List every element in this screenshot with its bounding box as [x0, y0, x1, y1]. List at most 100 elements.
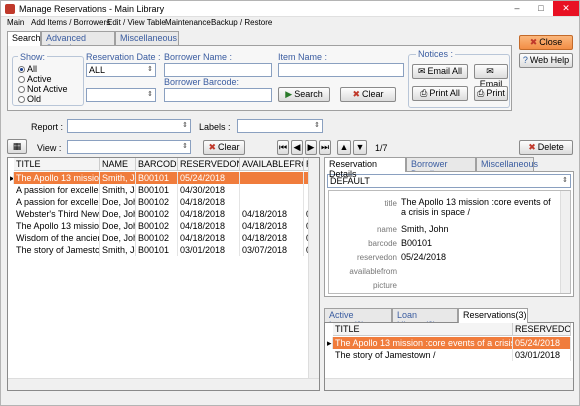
- calendar-button[interactable]: ▦: [7, 139, 27, 154]
- menu-main[interactable]: Main: [7, 18, 24, 27]
- report-dropdown[interactable]: ⇕: [67, 119, 191, 133]
- table-cell[interactable]: Doe, John: [100, 196, 136, 208]
- table-cell[interactable]: 04/18/2018: [178, 196, 240, 208]
- table-cell[interactable]: 04/18/2018: [240, 208, 304, 220]
- maximize-button[interactable]: □: [529, 1, 553, 16]
- date-range-dropdown[interactable]: ⇕: [86, 88, 156, 102]
- table-cell[interactable]: 04/18/2018: [240, 232, 304, 244]
- menu-maintenance[interactable]: Maintenance: [165, 18, 211, 27]
- table-header[interactable]: NAME: [100, 158, 136, 171]
- tab-active-loans[interactable]: Active Loans(0): [324, 308, 392, 330]
- print-all-button[interactable]: ⎙ Print All: [412, 86, 468, 101]
- print-button[interactable]: ⎙ Print: [474, 86, 508, 101]
- prev-page-icon: ◀: [293, 142, 301, 152]
- clear-view-button[interactable]: ✖ Clear: [203, 140, 245, 155]
- table-cell[interactable]: The Apollo 13 mission: [14, 172, 100, 184]
- prev-page-button[interactable]: ◀: [291, 140, 303, 155]
- sub-table-cell[interactable]: 05/24/2018: [513, 337, 571, 349]
- table-cell[interactable]: B00101: [136, 244, 178, 256]
- borrower-name-input[interactable]: [164, 63, 272, 77]
- move-up-button[interactable]: ▲: [337, 140, 351, 155]
- layout-dropdown[interactable]: DEFAULT ⇕: [327, 174, 571, 188]
- table-cell[interactable]: Smith, Jo: [100, 172, 136, 184]
- last-page-button[interactable]: ⏭: [319, 140, 331, 155]
- table-cell[interactable]: The Apollo 13 mission: [14, 220, 100, 232]
- window-close-button[interactable]: ✕: [553, 1, 579, 16]
- search-button[interactable]: ▶ Search: [278, 87, 330, 102]
- sub-table-header[interactable]: RESERVEDO: [513, 323, 571, 336]
- grid-vertical-scrollbar[interactable]: [308, 158, 319, 378]
- tab-loan-history[interactable]: Loan History(2): [392, 308, 458, 330]
- email-all-button[interactable]: ✉ Email All: [412, 64, 468, 79]
- table-cell[interactable]: 04/18/2018: [178, 220, 240, 232]
- minimize-button[interactable]: –: [505, 1, 529, 16]
- next-page-button[interactable]: ▶: [305, 140, 317, 155]
- menu-backup-restore[interactable]: Backup / Restore: [211, 18, 272, 27]
- table-cell[interactable]: [240, 184, 304, 196]
- table-cell[interactable]: A passion for excellen: [14, 184, 100, 196]
- table-cell[interactable]: [240, 172, 304, 184]
- table-cell[interactable]: [240, 196, 304, 208]
- tab-advanced-search[interactable]: Advanced Search: [41, 31, 115, 53]
- tab-borrower-details[interactable]: Borrower Details: [406, 157, 476, 179]
- clear-search-button[interactable]: ✖ Clear: [340, 87, 396, 102]
- tab-detail-miscellaneous[interactable]: Miscellaneous: [476, 157, 538, 171]
- table-header[interactable]: TITLE: [14, 158, 100, 171]
- tab-reservations[interactable]: Reservations(3): [458, 308, 528, 323]
- table-cell[interactable]: Doe, John: [100, 232, 136, 244]
- reservation-date-dropdown[interactable]: ALL ⇕: [86, 63, 156, 77]
- table-cell[interactable]: 03/01/2018: [178, 244, 240, 256]
- sub-grid-horizontal-scrollbar[interactable]: [325, 378, 573, 390]
- table-cell[interactable]: B00102: [136, 208, 178, 220]
- table-cell[interactable]: 04/30/2018: [178, 184, 240, 196]
- grid-horizontal-scrollbar[interactable]: [8, 378, 319, 390]
- table-header[interactable]: RESERVEDON: [178, 158, 240, 171]
- web-help-button[interactable]: ? Web Help: [519, 53, 573, 68]
- sub-table-header[interactable]: TITLE: [333, 323, 513, 336]
- tab-miscellaneous[interactable]: Miscellaneous: [115, 31, 179, 45]
- table-cell[interactable]: B00101: [136, 172, 178, 184]
- sub-table-cell[interactable]: The story of Jamestown /: [333, 349, 513, 361]
- borrower-barcode-input[interactable]: [164, 88, 272, 102]
- table-cell[interactable]: Doe, John: [100, 208, 136, 220]
- table-header[interactable]: AVAILABLEFROM: [240, 158, 304, 171]
- table-header[interactable]: BARCODE: [136, 158, 178, 171]
- table-cell[interactable]: B00102: [136, 232, 178, 244]
- sub-table-cell[interactable]: 03/01/2018: [513, 349, 571, 361]
- table-cell[interactable]: Webster's Third New: [14, 208, 100, 220]
- radio-all[interactable]: All: [18, 64, 37, 74]
- first-page-button[interactable]: ⏮: [277, 140, 289, 155]
- move-down-button[interactable]: ▼: [353, 140, 367, 155]
- radio-active[interactable]: Active: [18, 74, 52, 84]
- sub-table-cell[interactable]: The Apollo 13 mission :core events of a …: [333, 337, 513, 349]
- table-cell[interactable]: 04/18/2018: [178, 208, 240, 220]
- labels-dropdown[interactable]: ⇕: [237, 119, 323, 133]
- tab-search[interactable]: Search: [7, 31, 41, 46]
- radio-not-active[interactable]: Not Active: [18, 84, 68, 94]
- radio-old[interactable]: Old: [18, 94, 41, 104]
- tab-reservation-details[interactable]: Reservation Details: [324, 157, 406, 179]
- table-cell[interactable]: Smith, Jo: [100, 244, 136, 256]
- table-cell[interactable]: 04/18/2018: [240, 220, 304, 232]
- table-cell[interactable]: 03/07/2018: [240, 244, 304, 256]
- table-cell[interactable]: 05/24/2018: [178, 172, 240, 184]
- close-button[interactable]: ✖ Close: [519, 35, 573, 50]
- email-button[interactable]: ✉Email: [474, 64, 508, 89]
- view-dropdown[interactable]: ⇕: [67, 140, 191, 154]
- table-cell[interactable]: Smith, Jo: [100, 184, 136, 196]
- table-cell[interactable]: 04/18/2018: [178, 232, 240, 244]
- table-cell[interactable]: A passion for excellen: [14, 196, 100, 208]
- borrower-name-label: Borrower Name :: [164, 52, 233, 62]
- menu-add-items[interactable]: Add Items / Borrowers: [31, 18, 110, 27]
- delete-button[interactable]: ✖ Delete: [519, 140, 573, 155]
- table-cell[interactable]: B00101: [136, 184, 178, 196]
- eraser-icon: ✖: [208, 142, 217, 153]
- table-cell[interactable]: B00102: [136, 220, 178, 232]
- table-cell[interactable]: B00102: [136, 196, 178, 208]
- item-name-input[interactable]: [278, 63, 404, 77]
- table-cell[interactable]: The story of Jamestc: [14, 244, 100, 256]
- menu-edit-view-table[interactable]: Edit / View Table: [107, 18, 166, 27]
- detail-scrollbar[interactable]: [560, 191, 570, 293]
- table-cell[interactable]: Wisdom of the ancier: [14, 232, 100, 244]
- table-cell[interactable]: Doe, John: [100, 220, 136, 232]
